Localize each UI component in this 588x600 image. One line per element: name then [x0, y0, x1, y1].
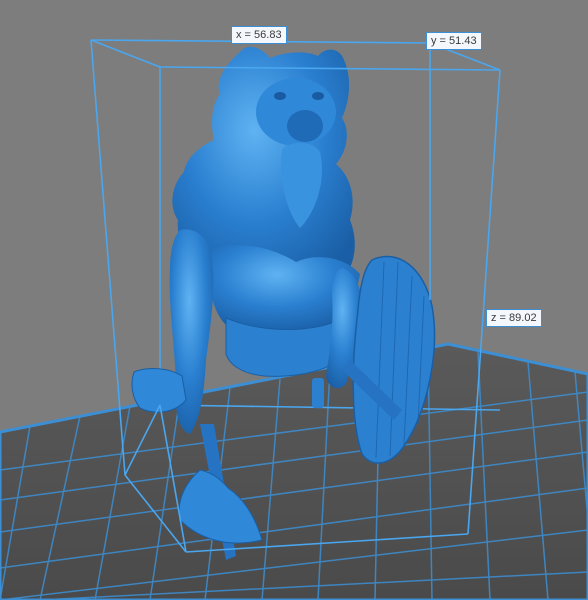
build-plate [0, 342, 588, 600]
scene-canvas[interactable] [0, 0, 588, 600]
dimension-y-label: y = 51.43 [426, 32, 482, 50]
dimension-x-label: x = 56.83 [231, 26, 287, 44]
dimension-z-label: z = 89.02 [486, 309, 542, 327]
3d-viewport[interactable]: x = 56.83 y = 51.43 z = 89.02 [0, 0, 588, 600]
